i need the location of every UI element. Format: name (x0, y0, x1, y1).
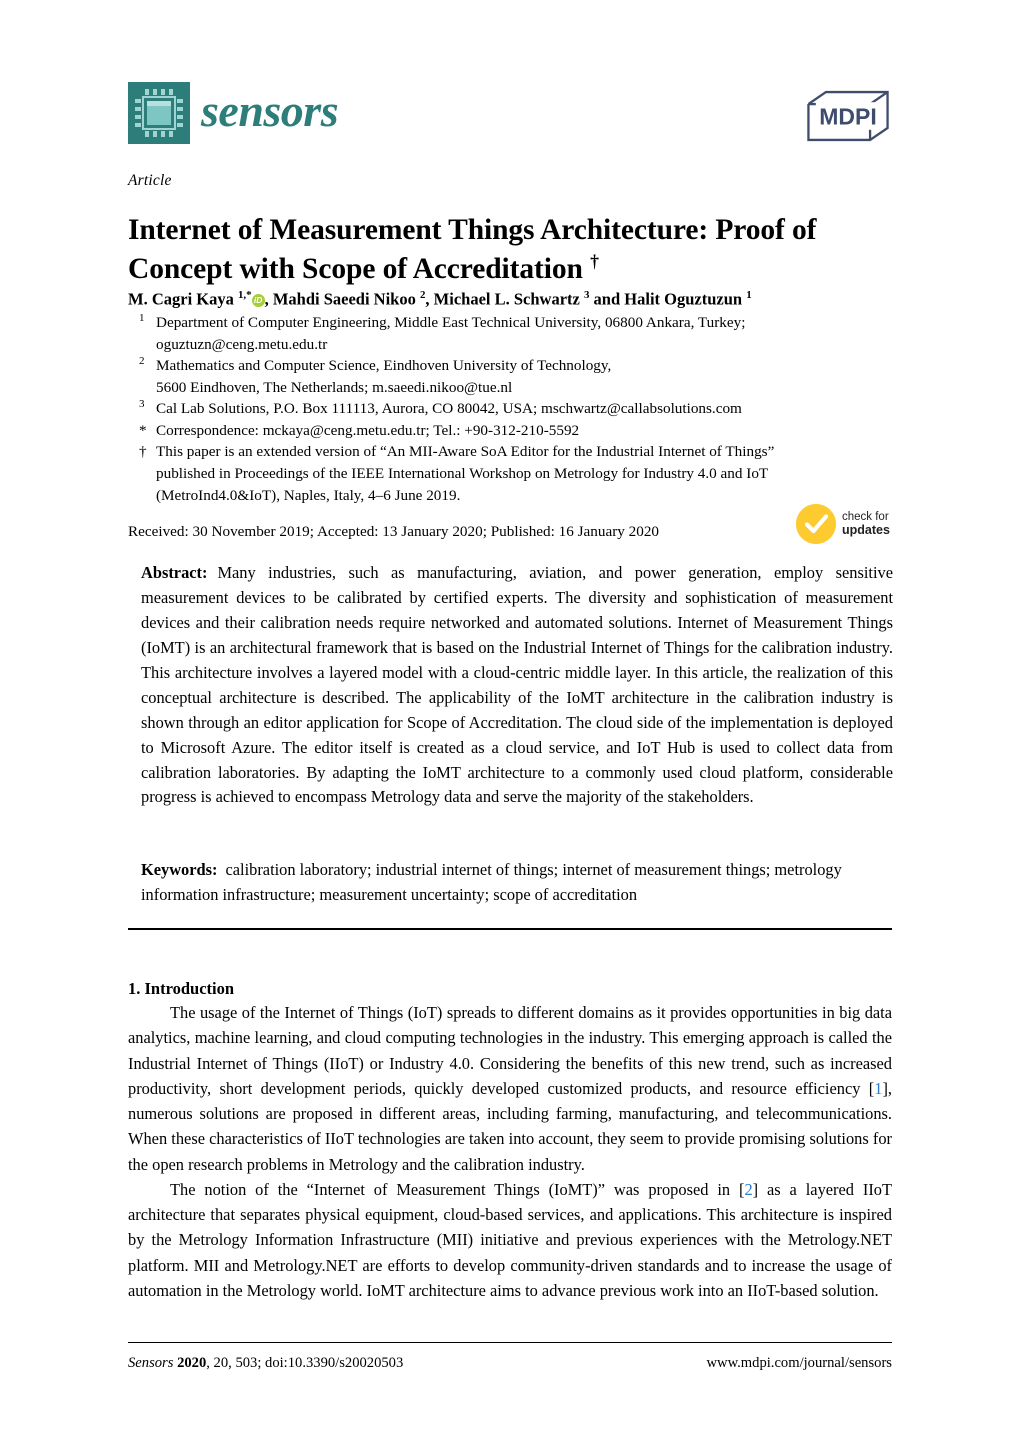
abstract-section: Abstract: Many industries, such as manufa… (141, 561, 893, 810)
affiliation-text: Cal Lab Solutions, P.O. Box 111113, Auro… (156, 398, 898, 420)
svg-text:MDPI: MDPI (819, 103, 877, 129)
paragraph-text: The usage of the Internet of Things (IoT… (128, 1003, 892, 1098)
check-for-updates-badge[interactable]: check for updates (796, 500, 904, 548)
author-list: M. Cagri Kaya 1,* iD, Mahdi Saeedi Nikoo … (128, 288, 888, 310)
affiliation-list: 1 Department of Computer Engineering, Mi… (128, 312, 898, 506)
affiliation-line[interactable]: 5600 Eindhoven, The Netherlands; m.saeed… (156, 377, 898, 399)
keywords-label: Keywords: (141, 860, 218, 879)
affiliation-row: * Correspondence: mckaya@ceng.metu.edu.t… (128, 420, 898, 442)
chip-pins-bottom (145, 131, 173, 137)
affiliation-row: 3 Cal Lab Solutions, P.O. Box 111113, Au… (128, 398, 898, 420)
author-conjunction: and (593, 289, 621, 309)
affiliation-line[interactable]: Cal Lab Solutions, P.O. Box 111113, Auro… (156, 398, 898, 420)
affiliation-line: Mathematics and Computer Science, Eindho… (156, 357, 612, 375)
section-heading-introduction: 1. Introduction (128, 978, 235, 998)
paragraph: The notion of the “Internet of Measureme… (128, 1177, 892, 1303)
crossmark-line-2: updates (842, 523, 890, 538)
article-type-kicker: Article (128, 172, 172, 189)
author-name-4: Halit Oguztuzun (624, 289, 743, 309)
affiliation-row: 1 Department of Computer Engineering, Mi… (128, 312, 898, 355)
affiliation-line: (MetroInd4.0&IoT), Naples, Italy, 4–6 Ju… (156, 486, 461, 504)
chip-pins-right (177, 99, 183, 127)
affiliation-row: 2 Mathematics and Computer Science, Eind… (128, 355, 898, 398)
section-divider (128, 928, 892, 930)
keywords-text: calibration laboratory; industrial inter… (141, 860, 842, 904)
footer-year: 2020 (177, 1355, 207, 1371)
crossmark-line-1: check for (842, 510, 889, 523)
citation-link[interactable]: 2 (744, 1180, 752, 1199)
affiliation-row: † This paper is an extended version of “… (128, 441, 898, 506)
affiliation-text: Department of Computer Engineering, Midd… (156, 312, 898, 355)
author-name-3: Michael L. Schwartz (433, 289, 580, 309)
chip-core (142, 96, 176, 130)
journal-logo: sensors (128, 82, 339, 144)
check-for-updates-label: check for updates (842, 511, 890, 538)
author-sup-1: 1,* (237, 289, 252, 301)
abstract-text: Many industries, such as manufacturing, … (141, 563, 893, 807)
footer-url[interactable]: www.mdpi.com/journal/sensors (706, 1355, 892, 1372)
checkmark-icon (796, 504, 836, 544)
footer-journal-name: Sensors (128, 1355, 174, 1371)
affiliation-text: Mathematics and Computer Science, Eindho… (156, 355, 898, 398)
mdpi-logo: MDPI (807, 90, 889, 142)
affiliation-marker: * (139, 421, 147, 439)
author-sup-4: 1 (746, 289, 752, 301)
affiliation-text: Correspondence: mckaya@ceng.metu.edu.tr;… (156, 420, 898, 442)
author-sup-3: 3 (583, 289, 590, 301)
abstract-label: Abstract: (141, 563, 208, 582)
keywords-section: Keywords: calibration laboratory; industr… (141, 858, 893, 908)
affiliation-marker: 3 (139, 398, 145, 411)
affiliation-line: published in Proceedings of the IEEE Int… (156, 465, 769, 483)
title-dagger-marker: † (590, 250, 599, 271)
microchip-icon (128, 82, 190, 144)
chip-pins-left (135, 99, 141, 127)
journal-wordmark: sensors (201, 85, 339, 136)
affiliation-marker: † (139, 443, 147, 461)
publication-history: Received: 30 November 2019; Accepted: 13… (128, 523, 660, 540)
page-title: Internet of Measurement Things Architect… (128, 212, 888, 288)
affiliation-text: This paper is an extended version of “An… (156, 441, 898, 506)
affiliation-marker: 2 (139, 355, 145, 368)
author-sep-2: , (425, 289, 434, 309)
footer-citation: Sensors 2020, 20, 503; doi:10.3390/s2002… (128, 1355, 403, 1372)
paragraph-text: The notion of the “Internet of Measureme… (170, 1179, 745, 1199)
affiliation-line: Department of Computer Engineering, Midd… (156, 314, 746, 331)
document-page: sensors MDPI Article Internet of Measure… (0, 0, 1020, 1442)
author-sep-1: , (264, 289, 273, 309)
author-name-1: M. Cagri Kaya (128, 289, 234, 309)
chip-pins-top (145, 89, 173, 95)
footer-divider (128, 1342, 892, 1343)
author-name-2: Mahdi Saeedi Nikoo (272, 289, 416, 309)
journal-masthead: sensors MDPI (128, 82, 894, 152)
paragraph: The usage of the Internet of Things (IoT… (128, 1000, 892, 1177)
orcid-icon[interactable]: iD (251, 293, 265, 307)
footer-volume-doi: , 20, 503; doi:10.3390/s20020503 (206, 1355, 404, 1371)
affiliation-line: This paper is an extended version of “An… (156, 443, 775, 461)
affiliation-marker: 1 (139, 312, 145, 324)
affiliation-line[interactable]: Correspondence: mckaya@ceng.metu.edu.tr;… (156, 420, 898, 442)
affiliation-line[interactable]: oguztuzn@ceng.metu.edu.tr (156, 334, 898, 356)
introduction-body: The usage of the Internet of Things (IoT… (128, 1000, 892, 1303)
paper-title-text: Internet of Measurement Things Architect… (128, 213, 817, 285)
